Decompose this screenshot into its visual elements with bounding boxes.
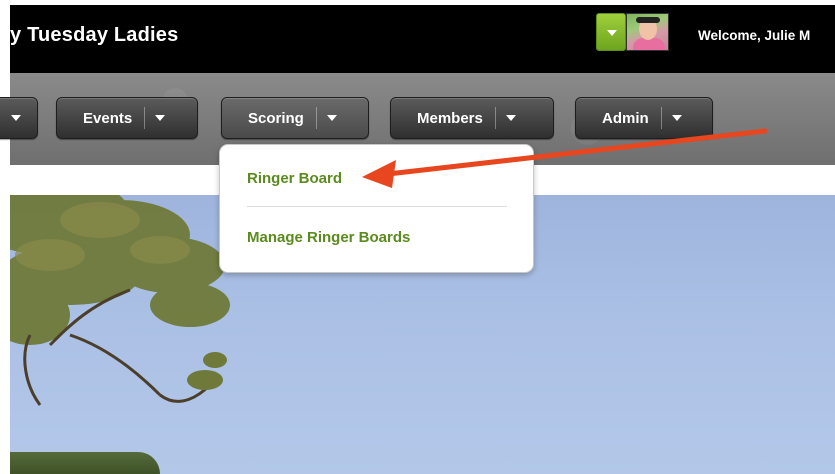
scoring-dropdown-menu: Ringer Board Manage Ringer Boards xyxy=(219,144,534,273)
chevron-down-icon[interactable] xyxy=(155,115,166,121)
nav-divider xyxy=(144,107,146,129)
nav-item-admin[interactable]: Admin xyxy=(575,97,713,139)
avatar[interactable] xyxy=(626,13,669,51)
avatar-visor xyxy=(636,17,660,23)
menu-item-ringer-board[interactable]: Ringer Board xyxy=(247,170,342,187)
grass xyxy=(10,452,160,474)
nav-item-events[interactable]: Events xyxy=(56,97,198,139)
chevron-down-icon[interactable] xyxy=(505,115,516,121)
user-menu-toggle[interactable] xyxy=(596,13,626,51)
site-title[interactable]: y Tuesday Ladies xyxy=(10,24,178,47)
chevron-down-icon[interactable] xyxy=(671,115,682,121)
chevron-down-icon[interactable] xyxy=(11,115,21,121)
chevron-down-icon xyxy=(607,30,617,36)
nav-item-label: Members xyxy=(417,109,483,127)
nav-divider xyxy=(660,107,662,129)
chevron-down-icon[interactable] xyxy=(326,115,337,121)
avatar-shirt xyxy=(633,38,665,50)
menu-item-manage-ringer-boards[interactable]: Manage Ringer Boards xyxy=(247,229,410,246)
nav-item-partial[interactable] xyxy=(0,97,38,139)
menu-divider xyxy=(247,206,507,207)
nav-item-scoring[interactable]: Scoring xyxy=(221,97,369,139)
nav-item-label: Scoring xyxy=(248,109,304,127)
nav-divider xyxy=(315,107,317,129)
top-header: y Tuesday Ladies Welcome, Julie M xyxy=(10,5,835,73)
nav-item-label: Admin xyxy=(602,109,649,127)
nav-item-members[interactable]: Members xyxy=(390,97,554,139)
welcome-text: Welcome, Julie M xyxy=(698,28,811,43)
nav-divider xyxy=(494,107,496,129)
nav-item-label: Events xyxy=(83,109,133,127)
